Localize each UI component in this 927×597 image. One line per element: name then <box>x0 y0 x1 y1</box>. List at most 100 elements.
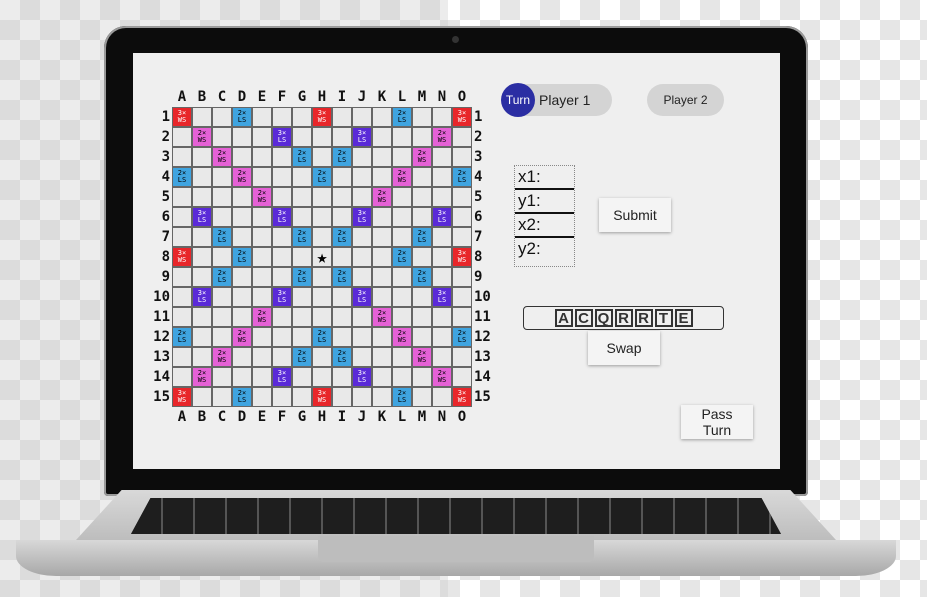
board-cell-dw[interactable]: 2× WS <box>412 147 432 167</box>
board-cell-dl[interactable]: 2× LS <box>412 227 432 247</box>
board-cell[interactable] <box>352 147 372 167</box>
board-cell[interactable] <box>192 267 212 287</box>
board-cell[interactable] <box>232 147 252 167</box>
board-cell[interactable] <box>452 267 472 287</box>
board-cell[interactable] <box>372 247 392 267</box>
board-cell[interactable] <box>332 167 352 187</box>
board-cell[interactable] <box>332 307 352 327</box>
board-cell[interactable] <box>332 187 352 207</box>
board-cell[interactable] <box>252 167 272 187</box>
board-cell[interactable] <box>172 287 192 307</box>
board-cell-tw[interactable]: 3× WS <box>172 247 192 267</box>
board-cell-dl[interactable]: 2× LS <box>232 387 252 407</box>
board-cell[interactable] <box>332 327 352 347</box>
board-cell-tl[interactable]: 3× LS <box>272 367 292 387</box>
board-cell[interactable] <box>412 207 432 227</box>
board-cell[interactable] <box>232 207 252 227</box>
board-cell[interactable] <box>392 307 412 327</box>
board-cell-tw[interactable]: 3× WS <box>452 387 472 407</box>
board-cell[interactable] <box>172 147 192 167</box>
board-cell-dw[interactable]: 2× WS <box>372 307 392 327</box>
board-cell[interactable] <box>212 167 232 187</box>
pass-turn-button[interactable]: Pass Turn <box>681 405 753 439</box>
board-cell[interactable] <box>412 127 432 147</box>
board-cell[interactable] <box>252 327 272 347</box>
board-cell-tl[interactable]: 3× LS <box>352 127 372 147</box>
board-cell-dl[interactable]: 2× LS <box>292 267 312 287</box>
board-cell[interactable] <box>272 387 292 407</box>
board-cell[interactable] <box>192 147 212 167</box>
board-cell[interactable] <box>312 267 332 287</box>
board-cell[interactable] <box>192 167 212 187</box>
board-cell[interactable] <box>432 247 452 267</box>
board-cell[interactable] <box>232 307 252 327</box>
board-cell[interactable] <box>272 307 292 327</box>
board-cell[interactable] <box>412 247 432 267</box>
board-cell[interactable] <box>412 187 432 207</box>
board-cell-tl[interactable]: 3× LS <box>272 287 292 307</box>
board-cell-tl[interactable]: 3× LS <box>192 287 212 307</box>
board-cell[interactable] <box>192 327 212 347</box>
board-cell[interactable] <box>232 187 252 207</box>
board-cell[interactable] <box>232 287 252 307</box>
board-cell-dl[interactable]: 2× LS <box>392 107 412 127</box>
board-cell[interactable] <box>392 367 412 387</box>
board-cell[interactable] <box>272 187 292 207</box>
board-cell-tl[interactable]: 3× LS <box>352 207 372 227</box>
board-cell-dw[interactable]: 2× WS <box>432 367 452 387</box>
board-cell[interactable] <box>392 347 412 367</box>
board-cell[interactable] <box>192 347 212 367</box>
board-cell[interactable] <box>392 187 412 207</box>
board-cell[interactable] <box>252 147 272 167</box>
board-cell[interactable] <box>332 107 352 127</box>
board-cell[interactable] <box>292 167 312 187</box>
rack-tile[interactable]: R <box>634 309 653 327</box>
board-cell[interactable] <box>412 327 432 347</box>
board-cell[interactable] <box>412 107 432 127</box>
rack-tile[interactable]: A <box>554 309 573 327</box>
board-cell[interactable] <box>392 227 412 247</box>
board-cell-tw[interactable]: 3× WS <box>452 247 472 267</box>
rack-tile[interactable]: R <box>614 309 633 327</box>
board-cell[interactable] <box>372 147 392 167</box>
board-cell[interactable] <box>312 287 332 307</box>
board-cell[interactable] <box>172 187 192 207</box>
board-cell[interactable] <box>252 367 272 387</box>
board-cell[interactable] <box>372 287 392 307</box>
board-cell[interactable] <box>332 387 352 407</box>
submit-button[interactable]: Submit <box>599 198 671 232</box>
board-cell-dw[interactable]: 2× WS <box>412 347 432 367</box>
board-cell-dl[interactable]: 2× LS <box>212 227 232 247</box>
board-cell[interactable] <box>332 287 352 307</box>
board-cell[interactable] <box>392 147 412 167</box>
board-cell[interactable] <box>352 347 372 367</box>
board-cell-tl[interactable]: 3× LS <box>272 127 292 147</box>
board-cell[interactable] <box>252 347 272 367</box>
board-cell-dl[interactable]: 2× LS <box>292 227 312 247</box>
board-cell[interactable] <box>312 227 332 247</box>
board-cell[interactable] <box>372 207 392 227</box>
board-cell[interactable] <box>312 347 332 367</box>
board-cell[interactable] <box>352 267 372 287</box>
board-cell[interactable] <box>272 327 292 347</box>
board-cell-dl[interactable]: 2× LS <box>232 247 252 267</box>
board-cell[interactable] <box>432 307 452 327</box>
board-cell[interactable] <box>372 387 392 407</box>
board-cell[interactable] <box>172 207 192 227</box>
board-cell[interactable] <box>252 127 272 147</box>
board-cell[interactable] <box>352 107 372 127</box>
board-cell-dl[interactable]: 2× LS <box>332 227 352 247</box>
board-cell[interactable] <box>292 387 312 407</box>
board-cell[interactable] <box>212 127 232 147</box>
board-cell[interactable] <box>452 307 472 327</box>
board-cell[interactable] <box>172 347 192 367</box>
board-cell-tl[interactable]: 3× LS <box>432 207 452 227</box>
board-cell[interactable] <box>292 107 312 127</box>
board-cell[interactable] <box>292 187 312 207</box>
board-cell-dw[interactable]: 2× WS <box>212 347 232 367</box>
board-cell[interactable] <box>352 307 372 327</box>
board-cell[interactable] <box>172 367 192 387</box>
board-cell[interactable] <box>372 167 392 187</box>
board-cell[interactable] <box>232 267 252 287</box>
board-cell[interactable] <box>332 247 352 267</box>
